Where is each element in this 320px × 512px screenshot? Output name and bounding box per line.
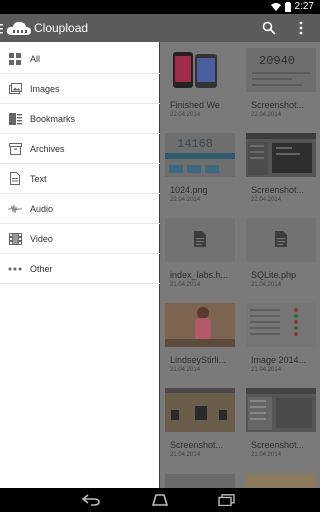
drawer-item-label: Other <box>30 263 53 274</box>
file-date: 21.04.2014 <box>170 452 201 458</box>
drawer-item-audio[interactable]: Audio <box>0 194 160 224</box>
archive-icon <box>0 142 30 155</box>
drawer-item-label: Text <box>30 173 47 184</box>
home-icon[interactable] <box>150 493 170 511</box>
drawer-item-label: Video <box>30 233 53 244</box>
drawer-item-video[interactable]: Video <box>0 224 160 254</box>
file-name: LindseyStirli... <box>170 355 227 365</box>
file-thumbnail <box>246 133 316 177</box>
cloud-logo-icon[interactable] <box>6 20 32 41</box>
file-date: 21.04.2014 <box>251 452 282 458</box>
file-date: 21.04.2014 <box>251 367 282 373</box>
battery-icon <box>284 1 291 12</box>
file-thumbnail <box>165 303 235 347</box>
more-dots-icon <box>0 267 30 271</box>
drawer-item-images[interactable]: Images <box>0 74 160 104</box>
file-name: Screenshot... <box>170 440 224 450</box>
file-date: 22.04.2014 <box>251 197 282 203</box>
status-icons: 2:27 <box>270 1 314 12</box>
overflow-menu-icon[interactable] <box>298 21 304 40</box>
document-icon <box>275 231 287 252</box>
grid-item-partial <box>246 474 316 488</box>
file-thumbnail <box>165 48 235 92</box>
wifi-icon <box>270 2 281 11</box>
file-thumbnail <box>165 388 235 432</box>
file-name: Screenshot... <box>251 440 305 450</box>
drawer-item-other[interactable]: Other <box>0 254 160 284</box>
file-date: 21.04.2014 <box>251 282 282 288</box>
file-name: Screenshot... <box>251 100 305 110</box>
file-date: 22.04.2014 <box>170 112 201 118</box>
file-thumbnail <box>246 388 316 432</box>
search-icon[interactable] <box>262 21 276 40</box>
status-time: 2:27 <box>294 1 314 12</box>
file-thumbnail: 20940 <box>246 48 316 92</box>
file-name: SQLite.php <box>251 270 297 280</box>
app-title: Cloupload <box>34 21 89 35</box>
file-thumbnail <box>165 218 235 262</box>
back-icon[interactable] <box>81 493 100 511</box>
drawer-item-label: Bookmarks <box>30 113 76 124</box>
navigation-drawer: All Images Bookmarks Archives Text Audio <box>0 42 160 488</box>
file-date: 21.04.2014 <box>170 367 201 373</box>
drawer-item-all[interactable]: All <box>0 44 160 74</box>
app-bar: Cloupload <box>0 14 320 42</box>
file-name: index_labs.h... <box>170 270 229 280</box>
grid-icon <box>0 52 30 65</box>
drawer-item-label: Archives <box>30 143 65 154</box>
recents-icon[interactable] <box>218 493 236 511</box>
drawer-item-label: Audio <box>30 203 54 214</box>
text-document-icon <box>0 172 30 185</box>
file-name: Finished We <box>170 100 220 110</box>
drawer-item-text[interactable]: Text <box>0 164 160 194</box>
file-date: 21.04.2014 <box>170 282 201 288</box>
file-name: 1024.png <box>170 185 208 195</box>
file-thumbnail: 14168 <box>165 133 235 177</box>
drawer-item-label: Images <box>30 83 60 94</box>
drawer-item-bookmarks[interactable]: Bookmarks <box>0 104 160 134</box>
document-icon <box>194 231 206 252</box>
images-icon <box>0 82 30 95</box>
file-date: 22.04.2014 <box>251 112 282 118</box>
video-icon <box>0 232 30 245</box>
bookmarks-icon <box>0 112 30 125</box>
drawer-item-archives[interactable]: Archives <box>0 134 160 164</box>
file-name: Screenshot... <box>251 185 305 195</box>
file-thumbnail <box>246 303 316 347</box>
system-nav-bar <box>0 488 320 512</box>
file-date: 22.04.2014 <box>170 197 201 203</box>
grid-item-partial <box>165 474 235 488</box>
drawer-item-label: All <box>30 53 41 64</box>
file-name: Image 2014... <box>251 355 307 365</box>
audio-icon <box>0 204 30 214</box>
status-bar: 2:27 <box>0 0 320 14</box>
drawer-indicator-icon[interactable] <box>0 22 4 34</box>
file-thumbnail <box>246 218 316 262</box>
